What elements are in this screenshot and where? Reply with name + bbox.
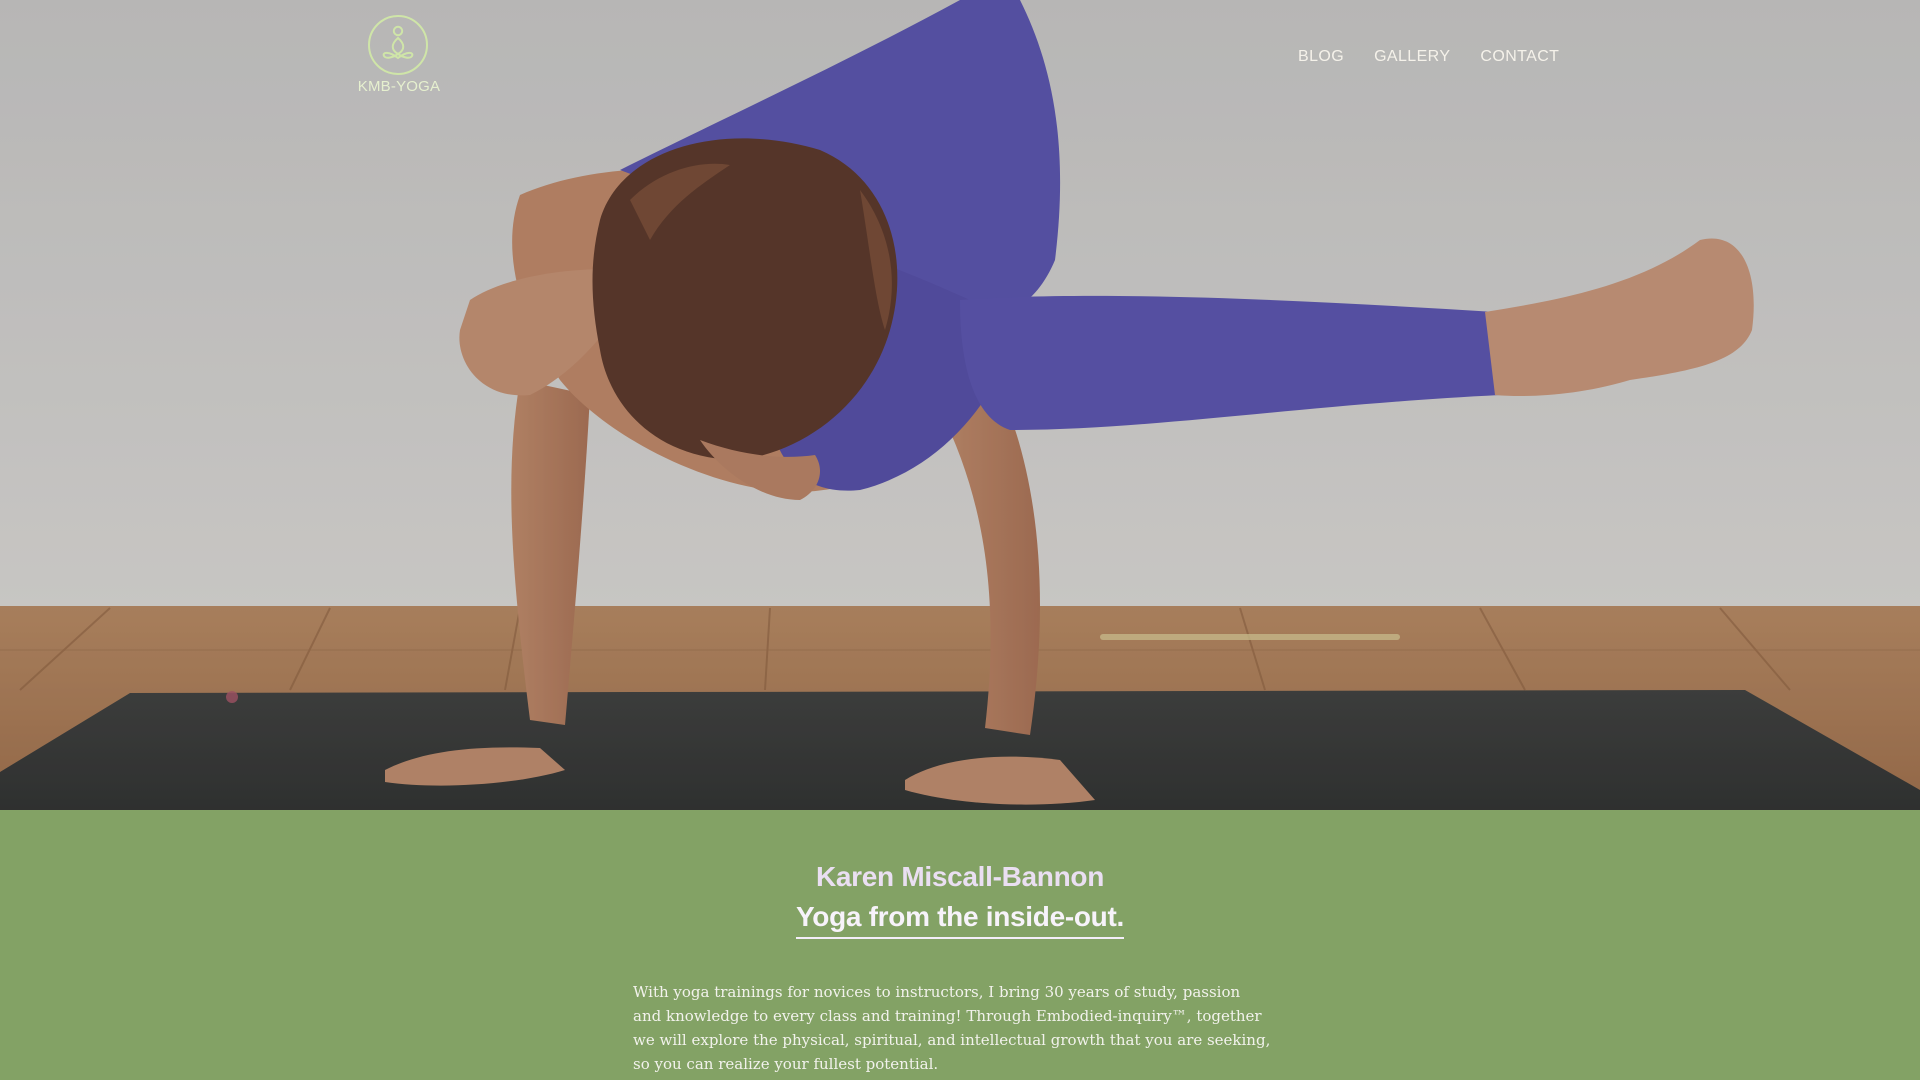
- logo-text: KMB-YOGA: [357, 78, 441, 95]
- nav-item-blog[interactable]: BLOG: [1298, 48, 1344, 66]
- hero-photo: [0, 0, 1920, 810]
- page: KMB-YOGA BLOG GALLERY CONTACT Karen Misc…: [0, 0, 1920, 1080]
- intro-section: Karen Miscall-Bannon Yoga from the insid…: [0, 810, 1920, 1080]
- hero-section: KMB-YOGA BLOG GALLERY CONTACT: [0, 0, 1920, 810]
- logo-link[interactable]: KMB-YOGA: [352, 14, 446, 98]
- nav-item-gallery[interactable]: GALLERY: [1374, 48, 1450, 66]
- tagline-wrapper: Yoga from the inside-out.: [0, 898, 1920, 939]
- nav-item-contact[interactable]: CONTACT: [1480, 48, 1559, 66]
- lotus-meditation-icon: [368, 15, 428, 75]
- tagline: Yoga from the inside-out.: [796, 898, 1124, 939]
- site-header: KMB-YOGA BLOG GALLERY CONTACT: [0, 0, 1920, 110]
- intro-paragraph: With yoga trainings for novices to instr…: [633, 983, 1271, 1073]
- instructor-name: Karen Miscall-Bannon: [815, 861, 1105, 892]
- main-nav: BLOG GALLERY CONTACT: [1298, 48, 1559, 66]
